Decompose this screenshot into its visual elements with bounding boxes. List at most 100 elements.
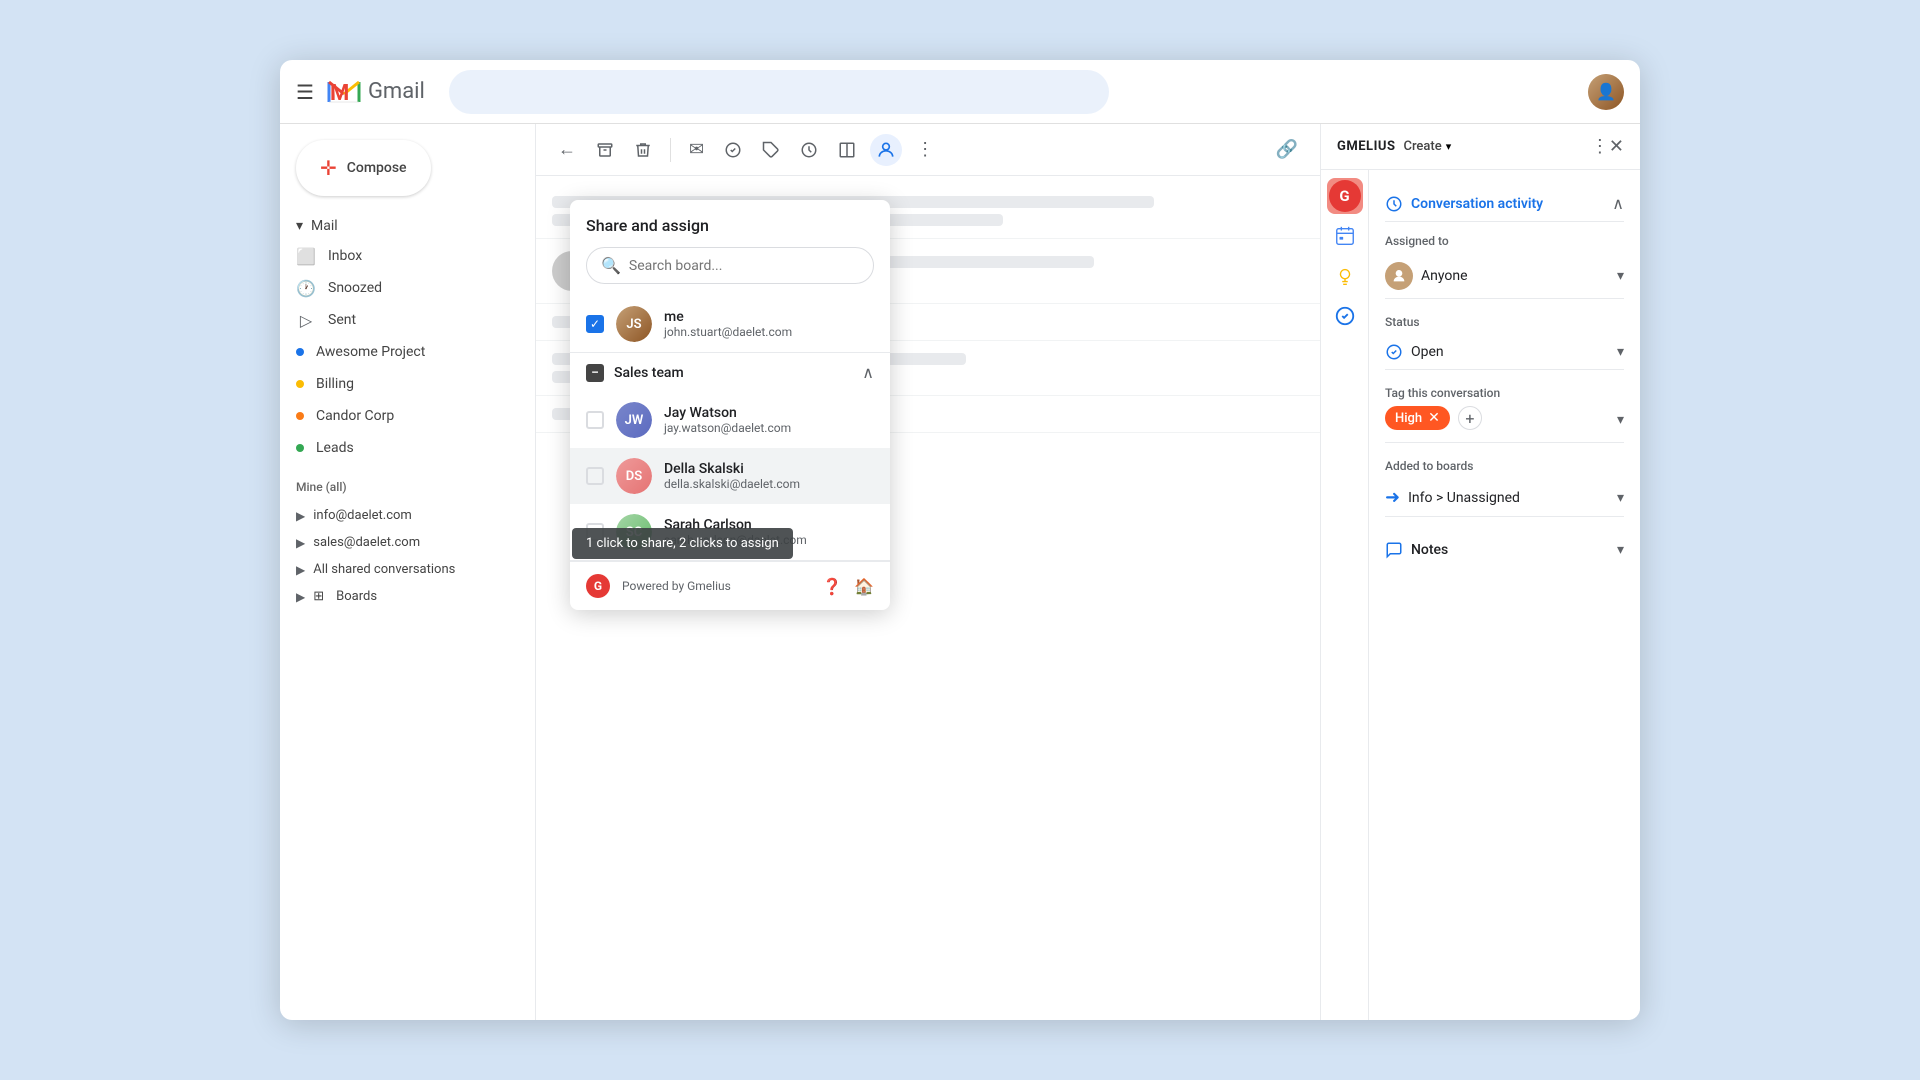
snoozed-icon: 🕐 [296, 279, 316, 298]
notes-title: Notes [1385, 541, 1448, 559]
user-info-jay: Jay Watson jay.watson@daelet.com [664, 405, 874, 435]
status-label: Status [1385, 315, 1624, 329]
app-header: ☰ M Gmail 👤 [280, 60, 1640, 124]
popup-user-me[interactable]: ✓ JS me john.stuart@daelet.com [570, 296, 890, 352]
user-name-me: me [664, 309, 874, 325]
gmelius-content: Conversation activity ∧ Assigned to [1369, 170, 1640, 1020]
tag-chevron-icon: ▾ [1617, 412, 1624, 428]
home-button[interactable]: 🏠 [854, 577, 874, 596]
gmelius-more-button[interactable]: ⋮ [1591, 136, 1609, 157]
assigned-chevron-icon: ▾ [1617, 268, 1624, 284]
checkbox-jay[interactable] [586, 411, 604, 429]
sidebar-item-awesome-project[interactable]: Awesome Project [280, 336, 519, 368]
back-button[interactable]: ← [552, 133, 582, 166]
gmelius-panel: GMELIUS Create ▾ ⋮ ✕ G [1320, 124, 1640, 1020]
boards-field-label: Added to boards [1385, 459, 1624, 473]
popup-user-sarah[interactable]: SC Sarah Carlson sarah.carlson@daelet.co… [570, 504, 890, 560]
avatar-me: JS [616, 306, 652, 342]
gmelius-close-button[interactable]: ✕ [1609, 136, 1624, 157]
status-chevron-icon: ▾ [1617, 344, 1624, 360]
sidebar-item-all-shared[interactable]: ▶ All shared conversations [280, 556, 535, 583]
task-button[interactable] [718, 135, 748, 165]
user-email-jay: jay.watson@daelet.com [664, 421, 874, 435]
sidebar-item-candor-corp[interactable]: Candor Corp [280, 400, 519, 432]
gmelius-icon-check[interactable] [1327, 298, 1363, 334]
tag-close-icon[interactable]: ✕ [1428, 410, 1440, 426]
popup-search-input[interactable] [629, 258, 859, 274]
sidebar-item-boards[interactable]: ▶ ⊞ Boards [280, 583, 535, 610]
checkbox-sarah[interactable] [586, 523, 604, 541]
assigned-to-field: Assigned to Anyone ▾ [1385, 234, 1624, 299]
gmelius-red-icon: G [1329, 180, 1361, 212]
assigned-to-select[interactable]: Anyone ▾ [1385, 254, 1624, 299]
tag-field: Tag this conversation High ✕ + ▾ [1385, 386, 1624, 443]
popup-sales-team-header[interactable]: − Sales team ∧ [570, 353, 890, 392]
candor-corp-dot [296, 412, 304, 420]
billing-label: Billing [316, 376, 354, 392]
popup-title: Share and assign [570, 200, 890, 247]
link-icon-button[interactable]: 🔗 [1270, 133, 1304, 166]
popup-search-bar[interactable]: 🔍 [586, 247, 874, 284]
checkbox-me[interactable]: ✓ [586, 315, 604, 333]
avatar-della: DS [616, 458, 652, 494]
tag-label: Tag this conversation [1385, 386, 1624, 400]
sidebar-item-billing[interactable]: Billing [280, 368, 519, 400]
share-assign-button[interactable] [870, 134, 902, 166]
gmelius-title: GMELIUS [1337, 139, 1395, 154]
sales-team-label: Sales team [614, 365, 684, 381]
team-chevron-icon: ∧ [862, 363, 874, 382]
expand-icon: ▶ [296, 509, 305, 523]
assigned-avatar [1385, 262, 1413, 290]
create-chevron-icon: ▾ [1446, 140, 1452, 153]
status-select[interactable]: Open ▾ [1385, 335, 1624, 370]
gmelius-icon-ideas[interactable] [1327, 258, 1363, 294]
snoozed-label: Snoozed [328, 280, 382, 296]
checkbox-della[interactable] [586, 467, 604, 485]
archive-button[interactable] [590, 135, 620, 165]
assigned-to-label: Assigned to [1385, 234, 1624, 248]
boards-label: Boards [336, 589, 377, 604]
minus-icon: − [586, 364, 604, 382]
menu-icon[interactable]: ☰ [296, 80, 314, 104]
compose-button[interactable]: ✛ Compose [296, 140, 431, 196]
label-button[interactable] [756, 135, 786, 165]
chevron-down-icon: ▾ [296, 218, 303, 234]
split-button[interactable] [832, 135, 862, 165]
tag-container: High ✕ + [1385, 406, 1482, 430]
snooze-button[interactable] [794, 135, 824, 165]
boards-select[interactable]: ➜ Info > Unassigned ▾ [1385, 479, 1624, 517]
search-input[interactable] [449, 70, 1109, 114]
boards-value-text: Info > Unassigned [1408, 490, 1520, 506]
mail-label: Mail [311, 218, 338, 234]
expand-icon-3: ▶ [296, 563, 305, 577]
user-avatar-header[interactable]: 👤 [1588, 74, 1624, 110]
help-button[interactable]: ❓ [822, 577, 842, 596]
sidebar-item-leads[interactable]: Leads [280, 432, 519, 464]
user-name-della: Della Skalski [664, 461, 874, 477]
add-tag-button[interactable]: + [1458, 406, 1482, 430]
expand-icon-2: ▶ [296, 536, 305, 550]
popup-user-jay[interactable]: JW Jay Watson jay.watson@daelet.com [570, 392, 890, 448]
gmelius-icon-crm[interactable]: G [1327, 178, 1363, 214]
conversation-activity-header[interactable]: Conversation activity ∧ [1385, 186, 1624, 222]
avatar-jay: JW [616, 402, 652, 438]
sidebar-item-mail[interactable]: ▾ Mail [280, 212, 519, 240]
delete-button[interactable] [628, 135, 658, 165]
awesome-project-dot [296, 348, 304, 356]
mark-button[interactable]: ✉ [683, 133, 710, 166]
sidebar-item-sales-daelet[interactable]: ▶ sales@daelet.com [280, 529, 535, 556]
gmelius-icon-calendar[interactable] [1327, 218, 1363, 254]
sidebar-item-sent[interactable]: ▷ Sent [280, 304, 519, 336]
gmelius-footer-logo: G [586, 574, 610, 598]
sidebar-item-inbox[interactable]: ⬜ Inbox [280, 240, 519, 272]
more-options-button[interactable]: ⋮ [910, 133, 940, 166]
popup-footer: G Powered by Gmelius ❓ 🏠 [570, 561, 890, 610]
expand-icon-4: ▶ [296, 590, 305, 604]
notes-section[interactable]: Notes ▾ [1385, 533, 1624, 567]
popup-user-della[interactable]: DS Della Skalski della.skalski@daelet.co… [570, 448, 890, 504]
sidebar-item-info-daelet[interactable]: ▶ info@daelet.com [280, 502, 535, 529]
sidebar-item-snoozed[interactable]: 🕐 Snoozed [280, 272, 519, 304]
leads-label: Leads [316, 440, 354, 456]
avatar-sarah: SC [616, 514, 652, 550]
sent-label: Sent [328, 312, 356, 328]
